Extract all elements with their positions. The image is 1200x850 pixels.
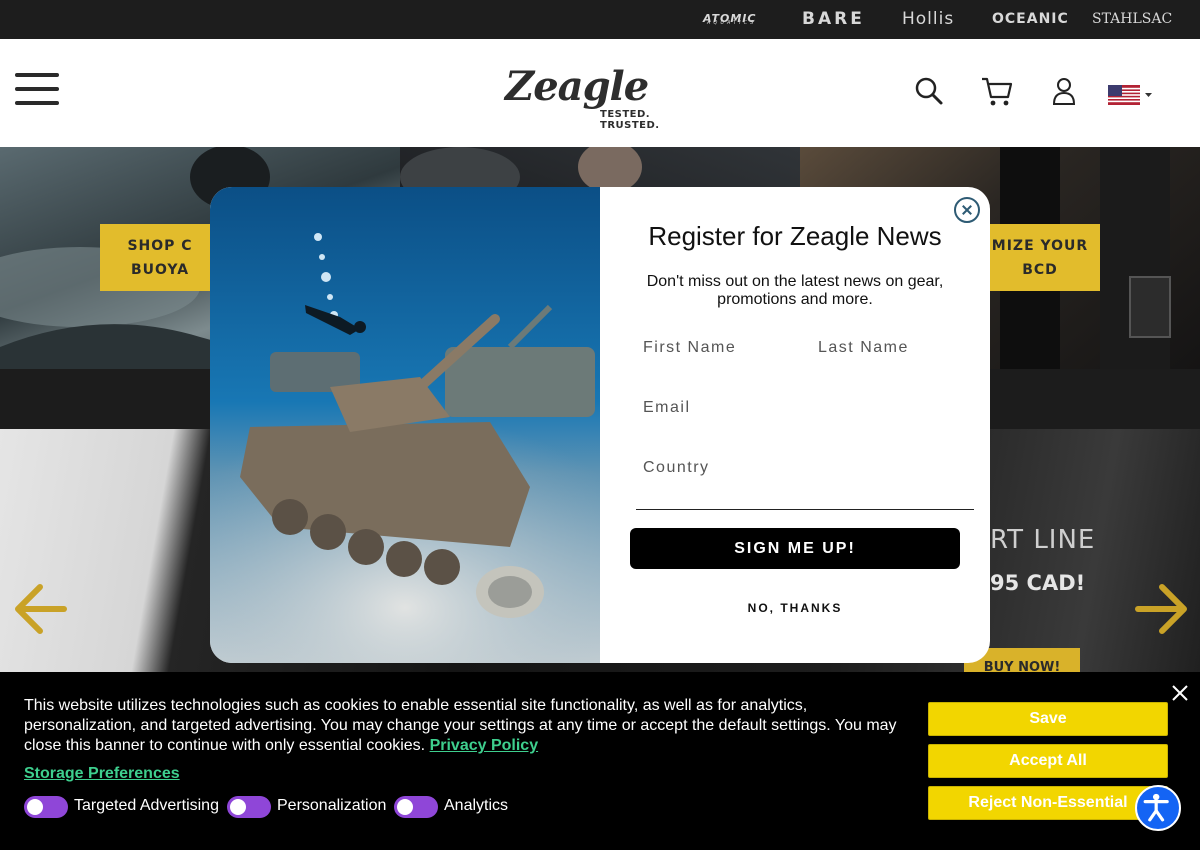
modal-form-panel: Register for Zeagle News Don't miss out … <box>600 187 990 663</box>
modal-subtitle: Don't miss out on the latest news on gea… <box>646 273 944 308</box>
field-divider <box>636 509 974 510</box>
last-name-field[interactable] <box>808 328 958 368</box>
analytics-label: Analytics <box>444 797 509 814</box>
shop-buoyancy-cta[interactable]: SHOP C BUOYA <box>100 224 220 291</box>
modal-tank-image <box>210 187 600 663</box>
us-flag-icon[interactable] <box>1108 85 1154 105</box>
personalization-toggle[interactable] <box>227 796 271 818</box>
brand-bar: ATOMIC AQUATICS BARE Hollis OCEANIC STAH… <box>0 0 1200 39</box>
zeagle-logo[interactable]: Zeagle TESTED. TRUSTED. <box>505 63 705 131</box>
email-field[interactable] <box>633 388 958 428</box>
accept-all-button[interactable]: Accept All <box>928 744 1168 778</box>
search-icon[interactable] <box>914 76 944 106</box>
personalization-label: Personalization <box>277 797 387 814</box>
storage-preferences-link[interactable]: Storage Preferences <box>24 765 180 783</box>
sign-me-up-button[interactable]: SIGN ME UP! <box>630 528 960 569</box>
logo-wordmark: Zeagle <box>505 63 649 110</box>
underwater-tank-photo <box>210 187 600 663</box>
newsletter-modal: Register for Zeagle News Don't miss out … <box>210 187 990 663</box>
brand-atomic-logo[interactable]: ATOMIC AQUATICS <box>703 8 756 30</box>
save-button[interactable]: Save <box>928 702 1168 736</box>
brand-hollis-logo[interactable]: Hollis <box>902 8 954 30</box>
targeted-advertising-toggle[interactable] <box>24 796 68 818</box>
logo-tagline: TESTED. TRUSTED. <box>600 109 660 131</box>
close-icon[interactable] <box>1170 683 1190 703</box>
cookie-banner: This website utilizes technologies such … <box>0 672 1200 850</box>
close-icon[interactable] <box>954 197 980 223</box>
country-field[interactable] <box>633 448 958 488</box>
menu-icon[interactable] <box>15 73 59 105</box>
brand-oceanic-logo[interactable]: OCEANIC <box>992 8 1069 30</box>
no-thanks-link[interactable]: NO, THANKS <box>600 601 990 615</box>
site-header: Zeagle TESTED. TRUSTED. <box>0 39 1200 147</box>
targeted-advertising-label: Targeted Advertising <box>74 797 219 814</box>
customize-bcd-cta[interactable]: MIZE YOUR BCD <box>980 224 1100 291</box>
reject-non-essential-button[interactable]: Reject Non-Essential <box>928 786 1168 820</box>
slide-heading: RT LINE <box>990 525 1096 555</box>
slide-price: 95 CAD! <box>990 571 1086 595</box>
arrow-left-icon[interactable] <box>12 581 68 637</box>
first-name-field[interactable] <box>633 328 803 368</box>
brand-bare-logo[interactable]: BARE <box>802 8 865 30</box>
accessibility-icon[interactable] <box>1135 785 1181 831</box>
arrow-right-icon[interactable] <box>1134 581 1190 637</box>
cart-icon[interactable] <box>980 74 1014 108</box>
account-icon[interactable] <box>1050 76 1078 106</box>
brand-stahlsac-logo[interactable]: STAHLSAC <box>1092 8 1172 30</box>
modal-title: Register for Zeagle News <box>648 221 942 251</box>
privacy-policy-link[interactable]: Privacy Policy <box>430 737 539 754</box>
analytics-toggle[interactable] <box>394 796 438 818</box>
brand-atomic-sublabel: AQUATICS <box>707 20 757 26</box>
cookie-message: This website utilizes technologies such … <box>24 696 914 756</box>
